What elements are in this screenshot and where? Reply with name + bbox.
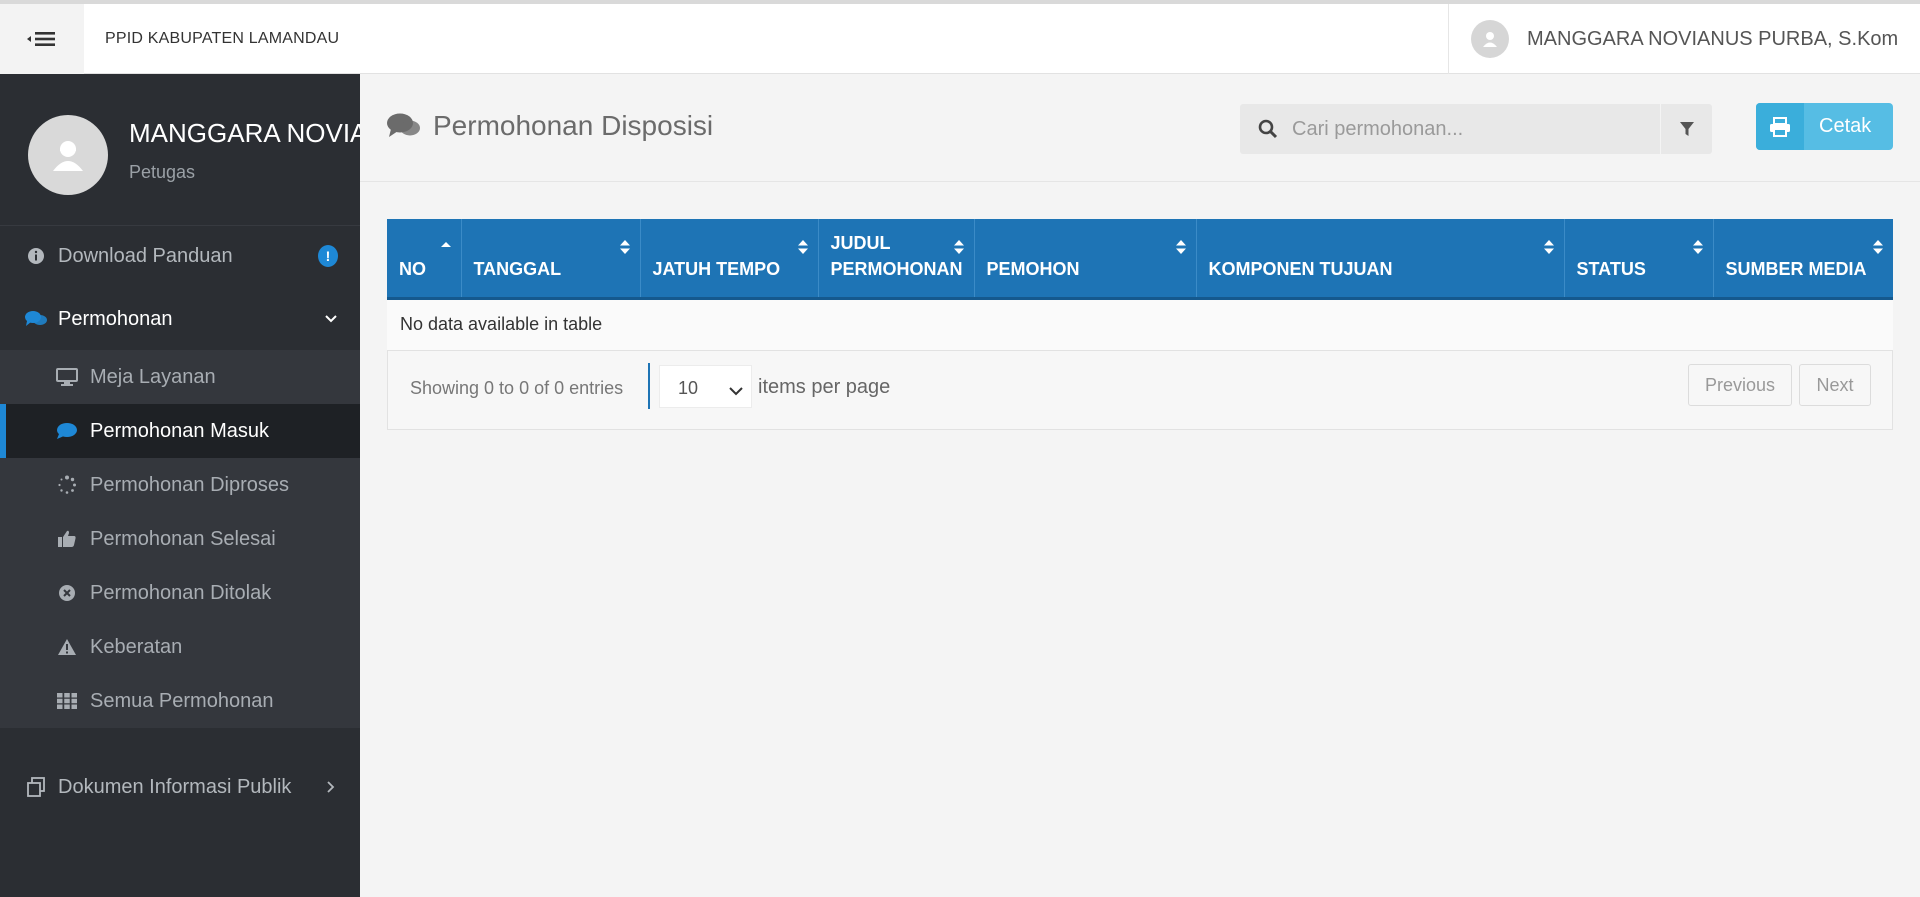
sort-icon: [1175, 240, 1186, 254]
sidebar: MANGGARA NOVIANUS PURBA, S.Kom Petugas D…: [0, 74, 360, 897]
sidebar-toggle-button[interactable]: [0, 4, 84, 74]
menu-collapse-icon: [27, 32, 55, 46]
sidebar-item-label: Dokumen Informasi Publik: [58, 775, 292, 798]
print-button[interactable]: Cetak: [1756, 103, 1893, 150]
sort-icon: [619, 240, 630, 254]
column-header-jatuh-tempo[interactable]: JATUH TEMPO: [639, 219, 818, 300]
sidebar-item-dokumen-informasi-publik[interactable]: Dokumen Informasi Publik: [0, 760, 360, 814]
per-page-label: items per page: [758, 376, 891, 398]
sidebar-item-label: Permohonan: [58, 307, 173, 330]
filter-button[interactable]: [1660, 104, 1712, 154]
user-avatar-icon: [1471, 20, 1509, 58]
sidebar-subitem-label: Meja Layanan: [90, 365, 216, 388]
grid-icon: [56, 690, 78, 712]
filter-icon: [1679, 122, 1694, 136]
sidebar-subitem-permohonan-ditolak[interactable]: Permohonan Ditolak: [0, 566, 360, 620]
sidebar-subitem-label: Permohonan Selesai: [90, 527, 276, 550]
sidebar-item-label: Download Panduan: [58, 244, 233, 267]
table-footer: Showing 0 to 0 of 0 entries 10 items per…: [388, 349, 1892, 429]
print-label: Cetak: [1819, 115, 1872, 137]
sort-icon: [1543, 240, 1554, 254]
sidebar-subitem-label: Permohonan Masuk: [90, 419, 269, 442]
sort-icon: [1873, 240, 1883, 254]
comments-icon: [387, 112, 421, 145]
divider: [648, 363, 650, 409]
per-page-select[interactable]: 10: [659, 365, 752, 408]
spinner-icon: [56, 474, 78, 496]
print-icon: [1756, 103, 1804, 150]
info-circle-icon: [25, 245, 47, 267]
search-input[interactable]: [1292, 104, 1652, 154]
table-header-row: NO TANGGAL JATUH TEMPO JUDUL PERMOHONAN …: [387, 219, 1893, 300]
column-header-tanggal[interactable]: TANGGAL: [460, 219, 640, 300]
column-header-no[interactable]: NO: [387, 219, 461, 300]
copy-icon: [25, 776, 47, 798]
permohonan-submenu: Meja Layanan Permohonan Masuk Permohonan…: [0, 350, 360, 728]
thumbs-up-icon: [56, 528, 78, 550]
column-header-komponen-tujuan[interactable]: KOMPONEN TUJUAN: [1195, 219, 1564, 300]
sidebar-item-download-panduan[interactable]: Download Panduan !: [0, 229, 360, 283]
column-header-judul-permohonan[interactable]: JUDUL PERMOHONAN: [817, 219, 974, 300]
chevron-right-icon: [324, 780, 338, 794]
sidebar-subitem-semua-permohonan[interactable]: Semua Permohonan: [0, 674, 360, 728]
per-page-value: 10: [678, 378, 699, 398]
sidebar-subitem-permohonan-diproses[interactable]: Permohonan Diproses: [0, 458, 360, 512]
desktop-icon: [56, 366, 78, 388]
sidebar-subitem-label: Keberatan: [90, 635, 183, 658]
column-header-sumber-media[interactable]: SUMBER MEDIA: [1712, 219, 1893, 300]
sort-asc-icon: [440, 242, 451, 247]
chevron-down-icon: [324, 312, 338, 326]
empty-table-message: No data available in table: [387, 298, 1893, 351]
comments-icon: [25, 308, 47, 330]
sidebar-subitem-label: Permohonan Diproses: [90, 473, 289, 496]
sort-icon: [953, 240, 964, 254]
user-menu[interactable]: MANGGARA NOVIANUS PURBA, S.Kom: [1448, 4, 1920, 74]
user-name: MANGGARA NOVIANUS PURBA, S.Kom: [1527, 27, 1899, 50]
page-header: Permohonan Disposisi Cetak: [360, 74, 1920, 182]
sidebar-item-permohonan[interactable]: Permohonan: [0, 292, 360, 346]
search-icon: [1258, 119, 1278, 144]
requests-table-panel: NO TANGGAL JATUH TEMPO JUDUL PERMOHONAN …: [387, 219, 1893, 430]
comment-icon: [56, 420, 78, 442]
chevron-down-icon: [729, 380, 743, 401]
profile-role: Petugas: [129, 162, 196, 182]
app-brand[interactable]: PPID KABUPATEN LAMANDAU: [105, 4, 339, 74]
search-bar: [1240, 104, 1712, 154]
entries-info: Showing 0 to 0 of 0 entries: [410, 378, 624, 398]
sidebar-subitem-label: Permohonan Ditolak: [90, 581, 272, 604]
sidebar-subitem-permohonan-selesai[interactable]: Permohonan Selesai: [0, 512, 360, 566]
warning-icon: [56, 636, 78, 658]
times-circle-icon: [56, 582, 78, 604]
previous-page-button[interactable]: Previous: [1688, 364, 1792, 406]
notification-badge: !: [318, 245, 338, 267]
profile-name: MANGGARA NOVIANUS PURBA, S.Kom: [129, 118, 360, 148]
table-row: No data available in table: [387, 298, 1893, 351]
top-navbar: PPID KABUPATEN LAMANDAU MANGGARA NOVIANU…: [0, 4, 1920, 74]
next-page-button[interactable]: Next: [1799, 364, 1871, 406]
sidebar-subitem-keberatan[interactable]: Keberatan: [0, 620, 360, 674]
profile-avatar-icon: [28, 115, 108, 195]
sidebar-subitem-permohonan-masuk[interactable]: Permohonan Masuk: [0, 404, 360, 458]
sidebar-profile: MANGGARA NOVIANUS PURBA, S.Kom Petugas: [0, 74, 360, 226]
page-title: Permohonan Disposisi: [433, 110, 714, 141]
requests-table: NO TANGGAL JATUH TEMPO JUDUL PERMOHONAN …: [387, 219, 1893, 351]
column-header-status[interactable]: STATUS: [1563, 219, 1713, 300]
sidebar-subitem-label: Semua Permohonan: [90, 689, 274, 712]
column-header-pemohon[interactable]: PEMOHON: [973, 219, 1196, 300]
sort-icon: [797, 240, 808, 254]
sidebar-subitem-meja-layanan[interactable]: Meja Layanan: [0, 350, 360, 404]
sort-icon: [1692, 240, 1703, 254]
